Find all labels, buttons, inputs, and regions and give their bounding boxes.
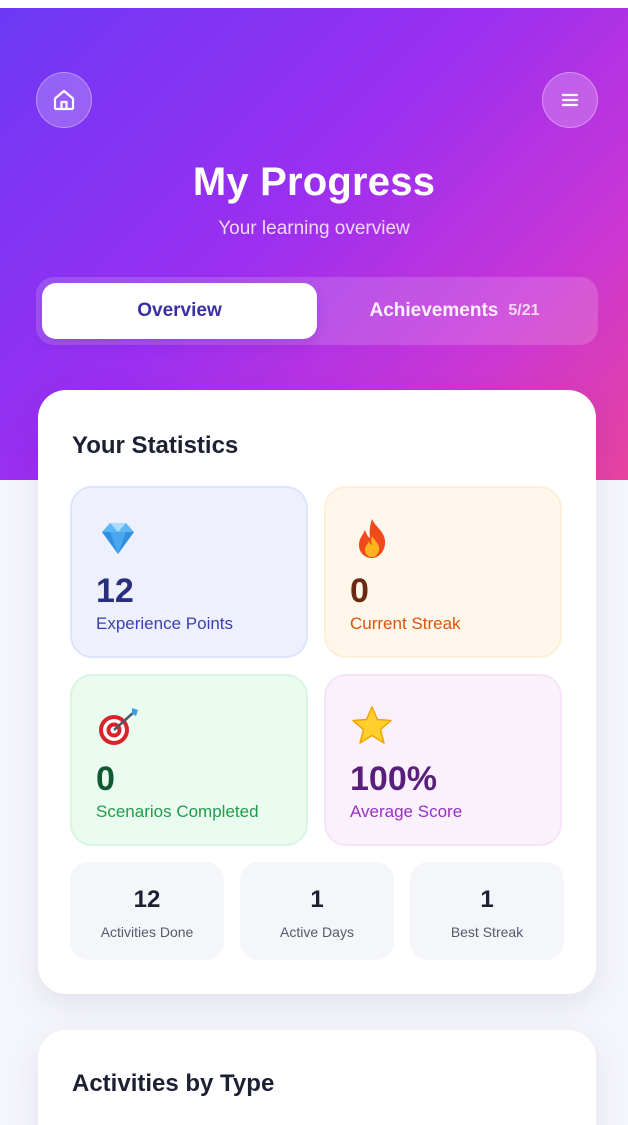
current-streak-value: 0 [350, 572, 369, 610]
experience-points-tile: 12 Experience Points [70, 486, 308, 658]
average-score-tile: 100% Average Score [324, 674, 562, 846]
experience-points-value: 12 [96, 572, 134, 610]
tab-overview-label: Overview [137, 300, 222, 321]
tab-achievements[interactable]: Achievements 5/21 [317, 283, 592, 339]
best-streak-label: Best Streak [450, 924, 524, 940]
statistics-title: Your Statistics [72, 432, 239, 459]
tab-achievements-label: Achievements [369, 300, 499, 321]
hamburger-menu-icon [561, 93, 579, 107]
page-subtitle: Your learning overview [218, 218, 410, 239]
page-title: My Progress [192, 160, 436, 204]
fire-icon [359, 519, 386, 558]
home-icon [53, 89, 75, 111]
home-button[interactable] [36, 72, 92, 128]
current-streak-label: Current Streak [350, 614, 461, 633]
average-score-value: 100% [350, 760, 437, 798]
tab-bar: Overview Achievements 5/21 [36, 277, 598, 345]
star-icon [352, 706, 392, 744]
activities-done-label: Activities Done [100, 924, 194, 940]
activities-by-type-card: Activities by Type [38, 1030, 596, 1125]
active-days-value: 1 [310, 886, 324, 913]
activities-by-type-title: Activities by Type [72, 1070, 275, 1097]
menu-button[interactable] [542, 72, 598, 128]
active-days-stat: 1 Active Days [240, 862, 394, 960]
current-streak-tile: 0 Current Streak [324, 486, 562, 658]
experience-points-label: Experience Points [96, 614, 234, 633]
activities-done-value: 12 [133, 886, 161, 913]
tab-overview[interactable]: Overview [42, 283, 317, 339]
active-days-label: Active Days [280, 924, 354, 940]
scenarios-completed-tile: 0 Scenarios Completed [70, 674, 308, 846]
activities-done-stat: 12 Activities Done [70, 862, 224, 960]
best-streak-value: 1 [480, 886, 494, 913]
average-score-label: Average Score [350, 802, 463, 821]
best-streak-stat: 1 Best Streak [410, 862, 564, 960]
diamond-icon [102, 523, 134, 554]
achievements-count-badge: 5/21 [508, 302, 540, 319]
scenarios-completed-value: 0 [96, 760, 115, 798]
scenarios-completed-label: Scenarios Completed [96, 802, 259, 821]
target-icon [99, 708, 138, 745]
statistics-card: Your Statistics 12 Experience Points 0 C… [38, 390, 596, 994]
